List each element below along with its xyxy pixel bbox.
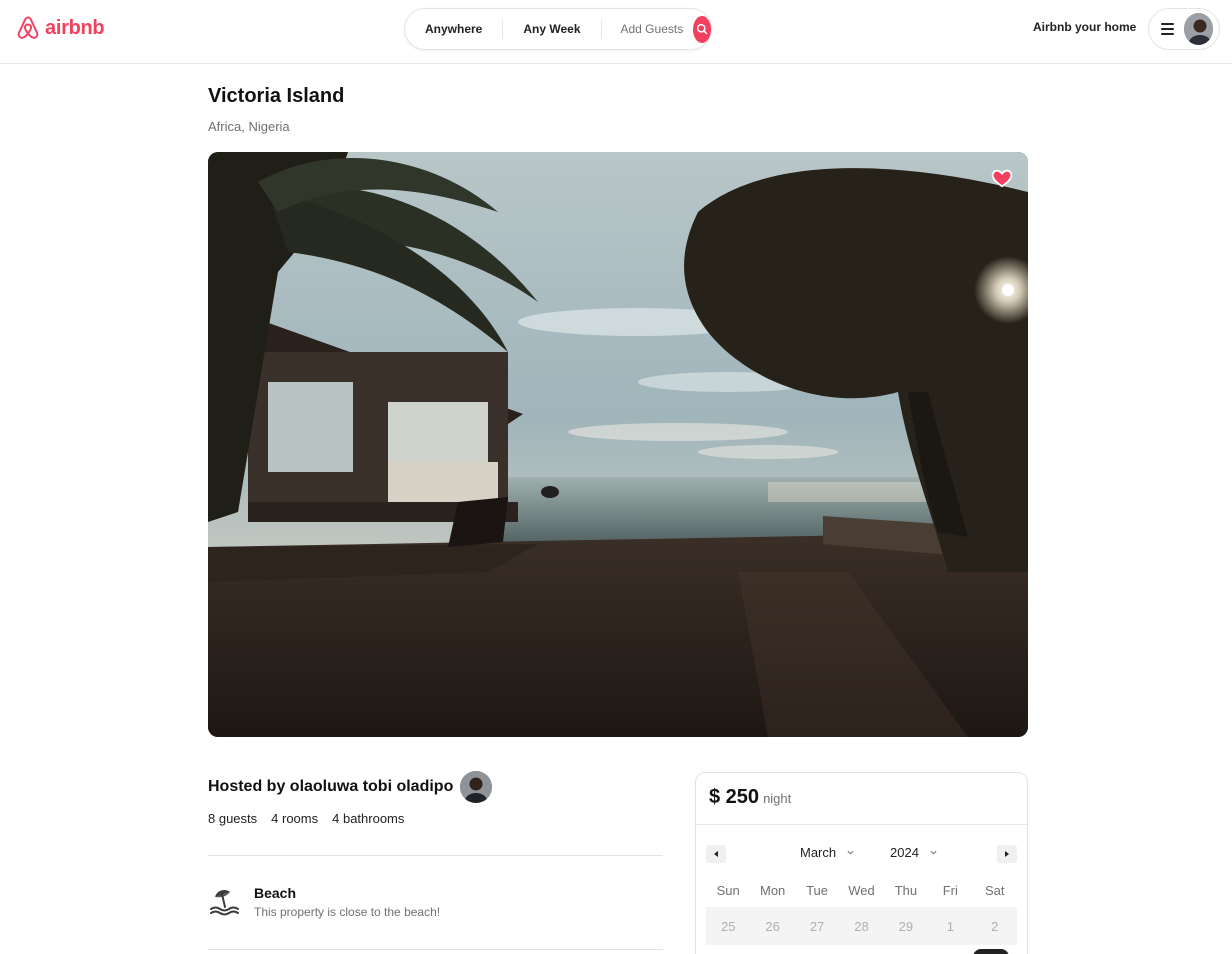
calendar-day[interactable]: 29 (884, 907, 928, 945)
section-divider (208, 855, 663, 856)
calendar-day[interactable]: 2 (973, 907, 1017, 945)
listing-stats: 8 guests 4 rooms 4 bathrooms (208, 811, 404, 826)
price-amount: $ 250 (709, 786, 760, 808)
search-icon (696, 23, 708, 35)
listing-photo (208, 152, 1028, 737)
calendar-day[interactable]: 1 (928, 907, 972, 945)
booking-card: $ 250 night March 2024 Sun Mon Tue Wed T… (695, 772, 1028, 954)
arrow-left-icon (714, 851, 718, 857)
airbnb-logo-icon (17, 16, 39, 39)
weekday-label: Wed (848, 883, 875, 898)
calendar-navigation: March 2024 (706, 845, 1017, 863)
price-row: $ 250 night (696, 773, 1027, 825)
calendar-week-row: 25 26 27 28 29 1 2 (706, 907, 1017, 945)
guests-count: 8 guests (208, 811, 258, 826)
month-value: March (800, 845, 837, 860)
favorite-button[interactable] (991, 167, 1013, 189)
host-avatar[interactable] (460, 771, 493, 803)
calendar-selected-day[interactable] (973, 949, 1009, 954)
calendar-day[interactable]: 25 (706, 907, 750, 945)
weekday-label: Thu (894, 883, 918, 898)
hosted-by-text: Hosted by olaoluwa tobi oladipo (208, 778, 454, 795)
airbnb-logo[interactable]: airbnb (15, 15, 105, 41)
weekday-label: Fri (942, 883, 958, 898)
beach-umbrella-icon (210, 889, 239, 916)
hosted-by-row: Hosted by olaoluwa tobi oladipo (208, 771, 493, 803)
search-button[interactable] (693, 15, 711, 43)
year-value: 2024 (890, 845, 919, 860)
calendar-weekdays: Sun Mon Tue Wed Thu Fri Sat (706, 883, 1017, 898)
calendar-day[interactable]: 27 (795, 907, 839, 945)
listing-title: Victoria Island (208, 85, 345, 107)
weekday-label: Tue (806, 883, 829, 898)
arrow-right-icon (1005, 851, 1009, 857)
listing-location: Africa, Nigeria (208, 119, 290, 134)
next-month-button[interactable] (997, 845, 1017, 863)
previous-month-button[interactable] (706, 845, 726, 863)
chevron-down-icon (930, 850, 937, 855)
weekday-label: Mon (759, 883, 786, 898)
weekday-label: Sun (716, 883, 740, 898)
logo-wordmark: airbnb (45, 16, 105, 39)
section-divider (208, 949, 663, 950)
rooms-count: 4 rooms (271, 811, 319, 826)
calendar-day[interactable]: 28 (839, 907, 883, 945)
airbnb-your-home-link[interactable]: Airbnb your home (1033, 20, 1136, 34)
heart-icon (991, 169, 1013, 188)
search-guests[interactable]: Add Guests (600, 19, 694, 39)
feature-beach: Beach This property is close to the beac… (208, 885, 440, 919)
top-navbar: airbnb Anywhere Any Week Add Guests Airb… (0, 0, 1232, 64)
chevron-down-icon (847, 850, 854, 855)
search-where[interactable]: Anywhere (405, 19, 502, 39)
feature-title: Beach (254, 885, 297, 901)
hamburger-menu-icon (1161, 23, 1174, 35)
search-when[interactable]: Any Week (502, 19, 600, 39)
search-bar[interactable]: Anywhere Any Week Add Guests (404, 8, 712, 50)
bathrooms-count: 4 bathrooms (332, 811, 405, 826)
calendar-day[interactable]: 26 (750, 907, 794, 945)
feature-description: This property is close to the beach! (254, 905, 441, 919)
user-menu-button[interactable] (1148, 8, 1220, 50)
year-select[interactable]: 2024 (890, 845, 938, 860)
weekday-label: Sat (984, 883, 1005, 898)
month-select[interactable]: March (800, 845, 855, 860)
user-avatar (1183, 13, 1213, 45)
price-unit: night (763, 791, 792, 806)
